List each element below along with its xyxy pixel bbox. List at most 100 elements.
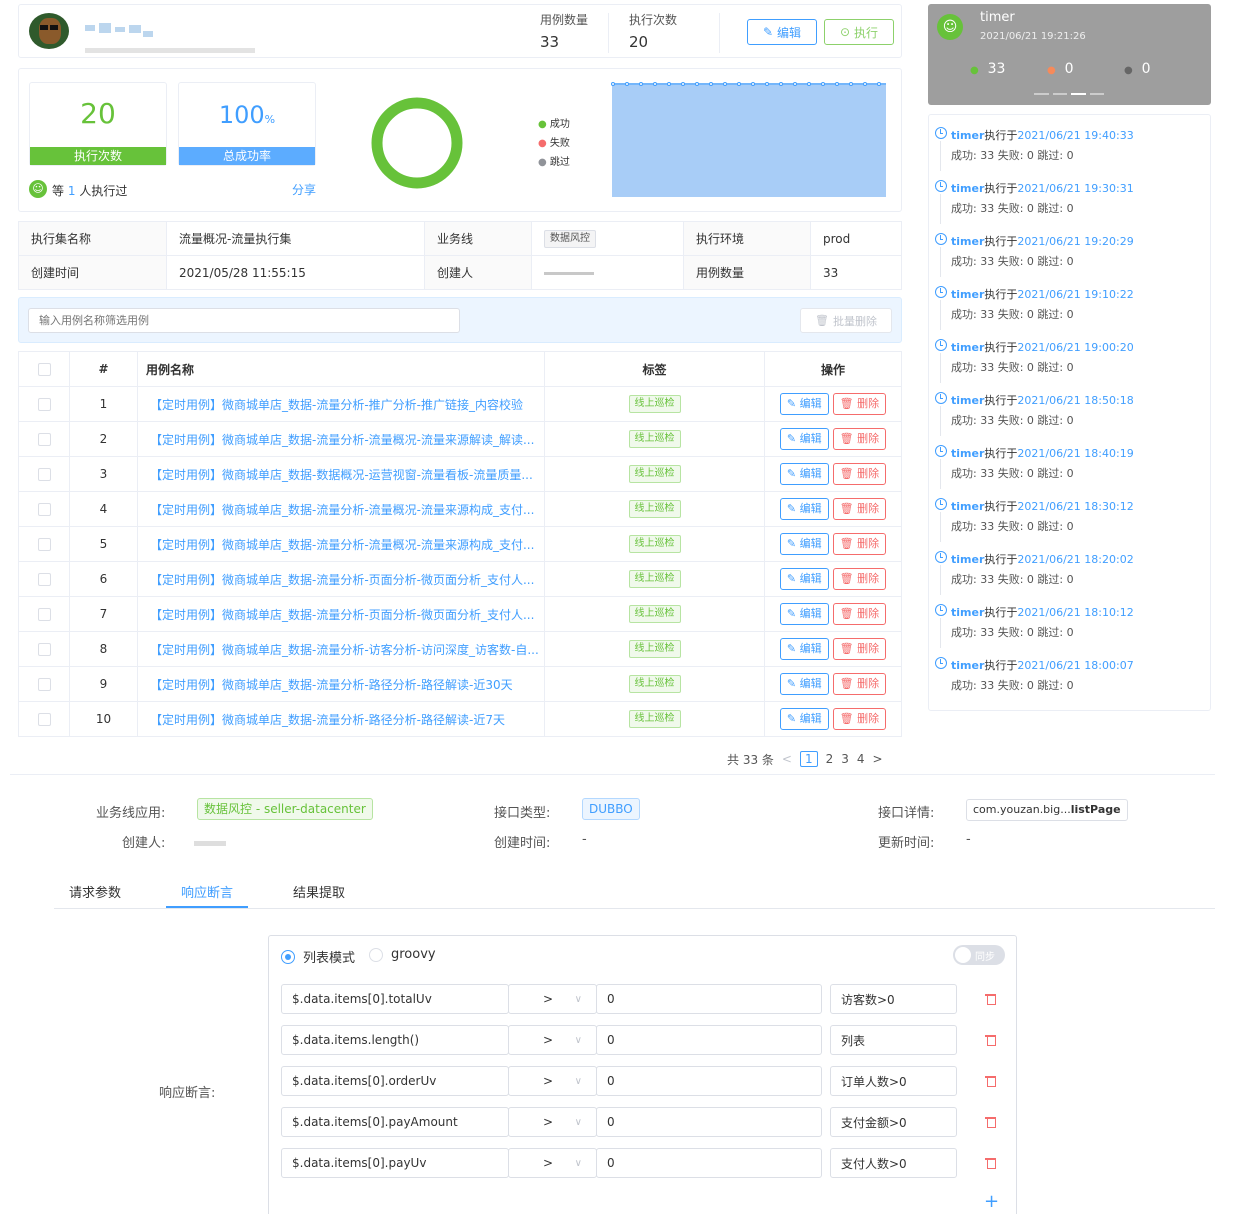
edit-case-button[interactable]: ✎ 编辑	[779, 568, 829, 590]
mode-groovy-radio[interactable]: groovy	[369, 947, 436, 962]
delete-case-button[interactable]: 🗑 删除	[832, 463, 887, 485]
page-4[interactable]: 4	[857, 752, 865, 766]
page-3[interactable]: 3	[841, 752, 849, 766]
edit-case-button[interactable]: ✎ 编辑	[779, 603, 829, 625]
assert-operator-select[interactable]: > ∨	[508, 1025, 597, 1055]
row-checkbox[interactable]	[37, 643, 51, 656]
assert-operator-select[interactable]: > ∨	[508, 984, 597, 1014]
row-checkbox[interactable]	[37, 398, 51, 411]
delete-case-button[interactable]: 🗑 删除	[832, 603, 887, 625]
edit-case-button[interactable]: ✎ 编辑	[779, 498, 829, 520]
assert-path-input[interactable]: $.data.items.length()	[281, 1025, 509, 1055]
delete-assert-icon[interactable]	[985, 993, 996, 1005]
row-checkbox[interactable]	[37, 713, 51, 726]
prev-page-button[interactable]: <	[782, 752, 792, 766]
delete-assert-icon[interactable]	[985, 1034, 996, 1046]
tab-response-assert[interactable]: 响应断言	[181, 882, 233, 901]
next-page-button[interactable]: >	[873, 752, 883, 766]
avatar	[29, 13, 69, 49]
edit-case-button[interactable]: ✎ 编辑	[779, 393, 829, 415]
delete-case-button[interactable]: 🗑 删除	[832, 673, 887, 695]
sync-toggle[interactable]: 同步	[953, 945, 1005, 965]
batch-delete-button[interactable]: 🗑 批量删除	[800, 308, 892, 333]
edit-case-button[interactable]: ✎ 编辑	[779, 673, 829, 695]
assert-desc-input[interactable]: 支付金额>0	[830, 1107, 957, 1137]
assert-desc-input[interactable]: 列表	[830, 1025, 957, 1055]
row-checkbox[interactable]	[37, 433, 51, 446]
assert-value-input[interactable]: 0	[596, 1148, 822, 1178]
count-value: 33	[810, 255, 902, 290]
assert-desc-input[interactable]: 订单人数>0	[830, 1066, 957, 1096]
assert-desc-input[interactable]: 访客数>0	[830, 984, 957, 1014]
share-link[interactable]: 分享	[292, 181, 316, 198]
assert-path-input[interactable]: $.data.items[0].orderUv	[281, 1066, 509, 1096]
exec-times-label: 执行次数	[30, 147, 166, 165]
edit-case-button[interactable]: ✎ 编辑	[779, 463, 829, 485]
assert-path-input[interactable]: $.data.items[0].payAmount	[281, 1107, 509, 1137]
case-name-link[interactable]: 【定时用例】微商城单店_数据-流量分析-流量概况-流量来源构成_支付...	[137, 526, 545, 562]
legend-item-1[interactable]: ● 失败	[538, 134, 570, 153]
case-name-link[interactable]: 【定时用例】微商城单店_数据-流量分析-路径分析-路径解读-近7天	[137, 701, 545, 737]
assert-operator-select[interactable]: > ∨	[508, 1107, 597, 1137]
chevron-down-icon: ∨	[574, 993, 582, 1005]
assert-panel: 列表模式 groovy 同步 $.data.items[0].totalUv > ∨…	[268, 935, 1017, 1214]
case-name-link[interactable]: 【定时用例】微商城单店_数据-流量分析-路径分析-路径解读-近30天	[137, 666, 545, 702]
assert-desc-input[interactable]: 支付人数>0	[830, 1148, 957, 1178]
delete-case-button[interactable]: 🗑 删除	[832, 568, 887, 590]
assert-value-input[interactable]: 0	[596, 984, 822, 1014]
case-filter-input[interactable]	[28, 308, 460, 333]
edit-case-button[interactable]: ✎ 编辑	[779, 428, 829, 450]
row-checkbox[interactable]	[37, 503, 51, 516]
delete-assert-icon[interactable]	[985, 1157, 996, 1169]
delete-assert-icon[interactable]	[985, 1075, 996, 1087]
row-checkbox[interactable]	[37, 573, 51, 586]
edit-case-button[interactable]: ✎ 编辑	[779, 708, 829, 730]
delete-case-button[interactable]: 🗑 删除	[832, 393, 887, 415]
delete-case-button[interactable]: 🗑 删除	[832, 428, 887, 450]
legend-item-0[interactable]: ● 成功	[538, 115, 570, 134]
case-name-link[interactable]: 【定时用例】微商城单店_数据-数据概况-运营视窗-流量看板-流量质量...	[137, 456, 545, 492]
add-assert-button[interactable]: +	[984, 1191, 999, 1212]
case-name-link[interactable]: 【定时用例】微商城单店_数据-流量分析-访客分析-访问深度_访客数-自...	[137, 631, 545, 667]
timer-success: ● 33	[970, 61, 1006, 77]
page-2[interactable]: 2	[826, 752, 834, 766]
delete-case-button[interactable]: 🗑 删除	[832, 638, 887, 660]
run-set-button[interactable]: ⊙ 执行	[824, 19, 894, 45]
assert-operator-select[interactable]: > ∨	[508, 1148, 597, 1178]
edit-case-button[interactable]: ✎ 编辑	[779, 638, 829, 660]
case-name-link[interactable]: 【定时用例】微商城单店_数据-流量分析-流量概况-流量来源构成_支付...	[137, 491, 545, 527]
edit-set-button[interactable]: ✎ 编辑	[747, 19, 817, 45]
case-name-link[interactable]: 【定时用例】微商城单店_数据-流量分析-流量概况-流量来源解读_解读...	[137, 421, 545, 457]
row-checkbox[interactable]	[37, 468, 51, 481]
assert-path-input[interactable]: $.data.items[0].payUv	[281, 1148, 509, 1178]
delete-case-button[interactable]: 🗑 删除	[832, 708, 887, 730]
assert-value-input[interactable]: 0	[596, 1107, 822, 1137]
tab-request-params[interactable]: 请求参数	[69, 882, 121, 901]
table-row: 6 【定时用例】微商城单店_数据-流量分析-页面分析-微页面分析_支付人... 线上…	[18, 561, 902, 597]
mode-list-radio[interactable]: 列表模式	[281, 947, 355, 966]
case-name-link[interactable]: 【定时用例】微商城单店_数据-流量分析-页面分析-微页面分析_支付人...	[137, 561, 545, 597]
assert-value-input[interactable]: 0	[596, 1066, 822, 1096]
api-detail-box[interactable]: com.youzan.big...listPage	[966, 799, 1128, 821]
row-checkbox[interactable]	[37, 678, 51, 691]
row-checkbox[interactable]	[37, 538, 51, 551]
assert-operator-select[interactable]: > ∨	[508, 1066, 597, 1096]
tab-result-extract[interactable]: 结果提取	[293, 882, 345, 901]
success-rate-value: 100	[218, 101, 265, 129]
carousel-indicator[interactable]	[1034, 93, 1104, 95]
api-creator-label: 创建人:	[122, 836, 166, 851]
edit-case-button[interactable]: ✎ 编辑	[779, 533, 829, 555]
legend-item-2[interactable]: ● 跳过	[538, 153, 570, 172]
select-all[interactable]	[18, 351, 70, 387]
select-all-checkbox[interactable]	[37, 363, 51, 376]
row-checkbox[interactable]	[37, 608, 51, 621]
delete-case-button[interactable]: 🗑 删除	[832, 533, 887, 555]
delete-assert-icon[interactable]	[985, 1116, 996, 1128]
assert-path-input[interactable]: $.data.items[0].totalUv	[281, 984, 509, 1014]
assert-value-input[interactable]: 0	[596, 1025, 822, 1055]
delete-case-button[interactable]: 🗑 删除	[832, 498, 887, 520]
clock-icon	[935, 445, 947, 457]
page-1[interactable]: 1	[799, 751, 818, 767]
case-name-link[interactable]: 【定时用例】微商城单店_数据-流量分析-页面分析-微页面分析_支付人...	[137, 596, 545, 632]
case-name-link[interactable]: 【定时用例】微商城单店_数据-流量分析-推广分析-推广链接_内容校验	[137, 386, 545, 422]
